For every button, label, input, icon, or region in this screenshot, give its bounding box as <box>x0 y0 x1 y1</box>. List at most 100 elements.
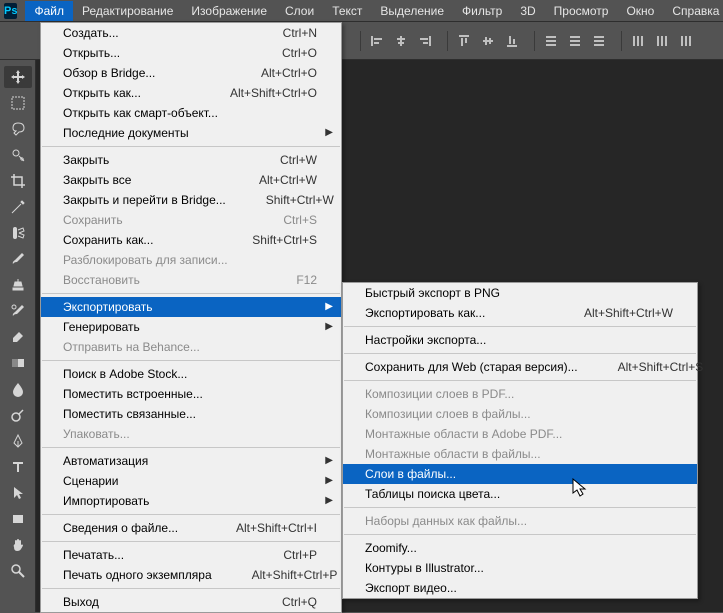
spot-heal-tool[interactable] <box>4 222 32 244</box>
menubar-item-файл[interactable]: Файл <box>25 1 73 21</box>
distribute-top-icon[interactable] <box>541 31 561 51</box>
blur-tool[interactable] <box>4 378 32 400</box>
menu-item-label: Быстрый экспорт в PNG <box>365 286 673 300</box>
file-menu-item[interactable]: Обзор в Bridge...Alt+Ctrl+O <box>41 63 341 83</box>
menu-item-shortcut: Alt+Ctrl+W <box>219 173 317 187</box>
file-menu-separator <box>42 588 340 589</box>
zoom-tool[interactable] <box>4 560 32 582</box>
file-menu-item[interactable]: ЗакрытьCtrl+W <box>41 150 341 170</box>
pen-tool[interactable] <box>4 430 32 452</box>
menu-item-label: Сохранить как... <box>63 233 212 247</box>
menubar-item-слои[interactable]: Слои <box>276 1 323 21</box>
clone-stamp-tool[interactable] <box>4 274 32 296</box>
export-menu-item[interactable]: Сохранить для Web (старая версия)...Alt+… <box>343 357 697 377</box>
menu-item-label: Настройки экспорта... <box>365 333 673 347</box>
align-vcenter-icon[interactable] <box>478 31 498 51</box>
file-menu-item[interactable]: Сведения о файле...Alt+Shift+Ctrl+I <box>41 518 341 538</box>
file-menu-item[interactable]: Сохранить как...Shift+Ctrl+S <box>41 230 341 250</box>
menu-item-label: Создать... <box>63 26 243 40</box>
quick-select-tool[interactable] <box>4 144 32 166</box>
file-menu-item[interactable]: Печатать...Ctrl+P <box>41 545 341 565</box>
menubar-item-текст[interactable]: Текст <box>323 1 371 21</box>
distribute-hcenter-icon[interactable] <box>652 31 672 51</box>
export-menu-item[interactable]: Экспорт видео... <box>343 578 697 598</box>
file-menu-item[interactable]: Закрыть и перейти в Bridge...Shift+Ctrl+… <box>41 190 341 210</box>
file-menu-item[interactable]: Открыть как...Alt+Shift+Ctrl+O <box>41 83 341 103</box>
file-menu-item[interactable]: Открыть как смарт-объект... <box>41 103 341 123</box>
menu-item-shortcut: Alt+Shift+Ctrl+I <box>196 521 317 535</box>
file-menu-item[interactable]: Сценарии▶ <box>41 471 341 491</box>
path-select-tool[interactable] <box>4 482 32 504</box>
align-left-edges-icon[interactable] <box>367 31 387 51</box>
align-bottom-icon[interactable] <box>502 31 522 51</box>
menu-item-label: Импортировать <box>63 494 317 508</box>
menu-item-label: Монтажные области в Adobe PDF... <box>365 427 673 441</box>
file-menu-item[interactable]: Экспортировать▶ <box>41 297 341 317</box>
menu-item-shortcut: Alt+Shift+Ctrl+W <box>544 306 673 320</box>
file-menu-separator <box>42 514 340 515</box>
file-menu-item[interactable]: Автоматизация▶ <box>41 451 341 471</box>
menubar-item-справка[interactable]: Справка <box>663 1 723 21</box>
menu-item-label: Сохранить для Web (старая версия)... <box>365 360 578 374</box>
export-menu-item[interactable]: Экспортировать как...Alt+Shift+Ctrl+W <box>343 303 697 323</box>
menu-item-shortcut: Alt+Ctrl+O <box>221 66 317 80</box>
menubar-item-редактирование[interactable]: Редактирование <box>73 1 182 21</box>
file-menu-item[interactable]: Последние документы▶ <box>41 123 341 143</box>
align-top-icon[interactable] <box>454 31 474 51</box>
crop-tool[interactable] <box>4 170 32 192</box>
dodge-tool[interactable] <box>4 404 32 426</box>
file-menu-item[interactable]: Импортировать ▶ <box>41 491 341 511</box>
hand-tool[interactable] <box>4 534 32 556</box>
export-menu-item[interactable]: Быстрый экспорт в PNG <box>343 283 697 303</box>
export-menu-item[interactable]: Настройки экспорта... <box>343 330 697 350</box>
export-menu-item[interactable]: Слои в файлы... <box>343 464 697 484</box>
menubar-item-просмотр[interactable]: Просмотр <box>545 1 618 21</box>
align-group-2 <box>447 31 528 51</box>
menubar-item-фильтр[interactable]: Фильтр <box>453 1 511 21</box>
file-menu-item[interactable]: ВыходCtrl+Q <box>41 592 341 612</box>
submenu-arrow-icon: ▶ <box>325 495 333 506</box>
file-menu-item[interactable]: Открыть...Ctrl+O <box>41 43 341 63</box>
gradient-tool[interactable] <box>4 352 32 374</box>
file-menu-item[interactable]: Печать одного экземпляраAlt+Shift+Ctrl+P <box>41 565 341 585</box>
file-menu-item[interactable]: Создать...Ctrl+N <box>41 23 341 43</box>
eraser-tool[interactable] <box>4 326 32 348</box>
menu-item-shortcut: Ctrl+W <box>240 153 317 167</box>
brush-tool[interactable] <box>4 248 32 270</box>
app-badge: Ps <box>4 3 17 19</box>
menu-item-shortcut: Alt+Shift+Ctrl+S <box>578 360 704 374</box>
file-menu-item[interactable]: Поиск в Adobe Stock... <box>41 364 341 384</box>
export-menu-item[interactable]: Контуры в Illustrator... <box>343 558 697 578</box>
menu-item-label: Экспорт видео... <box>365 581 673 595</box>
rectangle-tool[interactable] <box>4 508 32 530</box>
menubar-item-изображение[interactable]: Изображение <box>182 1 276 21</box>
export-menu-item[interactable]: Zoomify... <box>343 538 697 558</box>
menu-item-label: Сохранить <box>63 213 243 227</box>
export-menu-item[interactable]: Таблицы поиска цвета... <box>343 484 697 504</box>
file-menu-item[interactable]: Поместить связанные... <box>41 404 341 424</box>
menubar-item-окно[interactable]: Окно <box>617 1 663 21</box>
history-brush-tool[interactable] <box>4 300 32 322</box>
file-menu-dropdown: Создать...Ctrl+NОткрыть...Ctrl+OОбзор в … <box>40 22 342 613</box>
file-menu-separator <box>42 541 340 542</box>
distribute-right-icon[interactable] <box>676 31 696 51</box>
menubar-item-3d[interactable]: 3D <box>511 1 544 21</box>
file-menu-item[interactable]: Закрыть всеAlt+Ctrl+W <box>41 170 341 190</box>
file-menu-item[interactable]: Генерировать▶ <box>41 317 341 337</box>
submenu-arrow-icon: ▶ <box>325 127 333 138</box>
eyedropper-tool[interactable] <box>4 196 32 218</box>
distribute-vcenter-icon[interactable] <box>565 31 585 51</box>
move-tool[interactable] <box>4 66 32 88</box>
align-hcenter-icon[interactable] <box>391 31 411 51</box>
menu-item-label: Печать одного экземпляра <box>63 568 212 582</box>
marquee-tool[interactable] <box>4 92 32 114</box>
distribute-bottom-icon[interactable] <box>589 31 609 51</box>
type-tool[interactable] <box>4 456 32 478</box>
file-menu-item[interactable]: Поместить встроенные... <box>41 384 341 404</box>
distribute-left-icon[interactable] <box>628 31 648 51</box>
menu-item-label: Обзор в Bridge... <box>63 66 221 80</box>
align-right-edges-icon[interactable] <box>415 31 435 51</box>
lasso-tool[interactable] <box>4 118 32 140</box>
menu-item-label: Открыть... <box>63 46 242 60</box>
menubar-item-выделение[interactable]: Выделение <box>371 1 453 21</box>
